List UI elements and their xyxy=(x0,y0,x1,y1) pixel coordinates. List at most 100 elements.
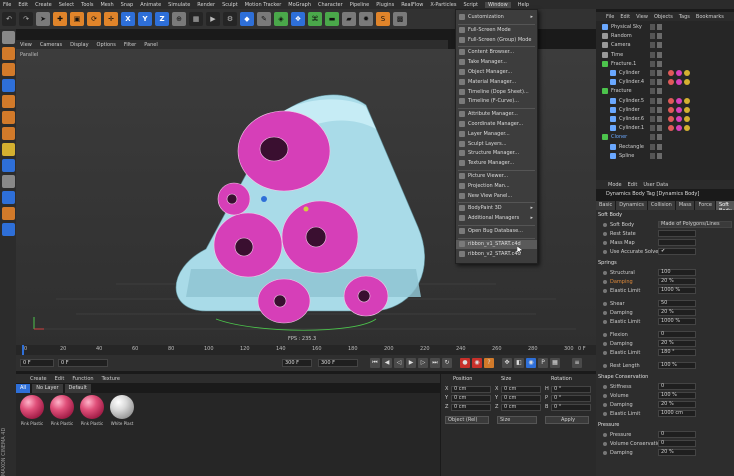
attribute-value[interactable]: 0 xyxy=(658,331,696,338)
menu-window[interactable]: Window xyxy=(484,1,511,8)
plugin-icon[interactable]: ▩ xyxy=(393,12,407,26)
enable-check-icon[interactable] xyxy=(657,106,662,113)
enable-check-icon[interactable] xyxy=(657,125,662,132)
attribute-value[interactable]: Made of Polygons/Lines xyxy=(658,221,732,228)
sculpt-icon[interactable] xyxy=(2,207,15,220)
animation-dot-icon[interactable] xyxy=(603,311,607,315)
animation-dot-icon[interactable] xyxy=(603,232,607,236)
window-menu-item[interactable]: New View Panel... xyxy=(456,192,537,201)
window-menu-item[interactable]: Take Manager... xyxy=(456,58,537,67)
animation-dot-icon[interactable] xyxy=(603,241,607,245)
cube-icon[interactable]: ◆ xyxy=(240,12,254,26)
phong-tag-icon[interactable] xyxy=(684,79,690,86)
attribute-value[interactable]: 1000 % xyxy=(658,318,696,325)
grid-icon[interactable] xyxy=(2,191,15,204)
play-icon[interactable]: ▶ xyxy=(406,358,416,368)
animation-dot-icon[interactable] xyxy=(603,385,607,389)
window-menu-item[interactable]: Content Browser... xyxy=(456,48,537,57)
attribute-value[interactable]: 20 % xyxy=(658,340,696,347)
menu-x-particles[interactable]: X-Particles xyxy=(430,2,456,8)
attribute-value[interactable] xyxy=(658,230,696,237)
attribute-value[interactable]: 0 xyxy=(658,440,696,447)
enable-check-icon[interactable] xyxy=(657,24,662,30)
material-swatch[interactable]: Pink Plastic xyxy=(48,395,76,431)
window-menu-item[interactable]: Coordinate Manager... xyxy=(456,120,537,129)
viewport-menu-options[interactable]: Options xyxy=(97,42,116,48)
visibility-toggle-icon[interactable] xyxy=(650,33,655,40)
phong-tag-icon[interactable] xyxy=(684,106,690,113)
menu-tools[interactable]: Tools xyxy=(81,2,93,8)
window-menu-item[interactable]: Additional Managers ▸ xyxy=(456,214,537,223)
key-scale-icon[interactable]: ◧ xyxy=(514,358,524,368)
record-keys-icon[interactable]: ● xyxy=(460,358,470,368)
tab-mass[interactable]: Mass xyxy=(675,201,695,210)
menu-motion-tracker[interactable]: Motion Tracker xyxy=(245,2,282,8)
attribute-value[interactable]: 20 % xyxy=(658,309,696,316)
object-row[interactable]: Cylinder.5 xyxy=(596,97,734,106)
visibility-toggle-icon[interactable] xyxy=(650,152,655,159)
enable-check-icon[interactable] xyxy=(657,152,662,159)
animation-dot-icon[interactable] xyxy=(603,451,607,455)
animation-dot-icon[interactable] xyxy=(603,394,607,398)
menu-mograph[interactable]: MoGraph xyxy=(288,2,311,8)
window-menu-item[interactable]: Customization ▸ xyxy=(456,13,537,22)
object-menu-bookmarks[interactable]: Bookmarks xyxy=(696,14,724,20)
position-field[interactable]: 0 cm xyxy=(451,386,491,393)
object-menu-edit[interactable]: Edit xyxy=(620,14,630,20)
viewport-menu-cameras[interactable]: Cameras xyxy=(40,42,62,48)
menu-script[interactable]: Script xyxy=(463,2,478,8)
phong-tag-icon[interactable] xyxy=(684,125,690,132)
go-to-start-icon[interactable]: ⏮ xyxy=(370,358,380,368)
visibility-toggle-icon[interactable] xyxy=(650,79,655,86)
object-row[interactable]: Fracture xyxy=(596,87,734,96)
menu-create[interactable]: Create xyxy=(35,2,52,8)
window-menu-item[interactable]: Structure Manager... xyxy=(456,149,537,158)
object-menu-objects[interactable]: Objects xyxy=(654,14,673,20)
material-filter-no-layer[interactable]: No Layer xyxy=(32,384,63,393)
animation-dot-icon[interactable] xyxy=(603,280,607,284)
menu-select[interactable]: Select xyxy=(59,2,74,8)
visibility-toggle-icon[interactable] xyxy=(650,125,655,132)
size-field[interactable]: 0 cm xyxy=(501,395,541,402)
animation-dot-icon[interactable] xyxy=(603,333,607,337)
window-menu-item[interactable]: Open Bug Database... xyxy=(456,227,537,236)
loop-icon[interactable]: ↻ xyxy=(442,358,452,368)
phong-tag-icon[interactable] xyxy=(684,97,690,104)
enable-check-icon[interactable] xyxy=(657,79,662,86)
dynamics-tag-icon[interactable] xyxy=(668,70,674,76)
render-region-icon[interactable]: ▦ xyxy=(189,12,203,26)
animation-dot-icon[interactable] xyxy=(603,223,607,227)
model-mode-icon[interactable] xyxy=(2,47,15,60)
subdivision-icon[interactable]: ◈ xyxy=(274,12,288,26)
make-editable-icon[interactable] xyxy=(2,31,15,44)
window-menu-item[interactable]: Projection Man... xyxy=(456,182,537,191)
menu-edit[interactable]: Edit xyxy=(18,2,28,8)
attribute-value[interactable]: 50 xyxy=(658,300,696,307)
enable-check-icon[interactable] xyxy=(657,134,662,141)
phong-tag-icon[interactable] xyxy=(684,70,690,76)
start-frame-field[interactable]: 0 F xyxy=(20,359,54,367)
menu-mesh[interactable]: Mesh xyxy=(100,2,113,8)
polygons-mode-icon[interactable] xyxy=(2,127,15,140)
menu-render[interactable]: Render xyxy=(197,2,215,8)
attribute-menu-user-data[interactable]: User Data xyxy=(643,182,668,188)
timeline-ruler[interactable]: 0 20 40 60 80 100 120 140 160 180 200 220 240 260 280 3… xyxy=(16,345,596,355)
snap-icon[interactable] xyxy=(2,159,15,172)
size-field[interactable]: 0 cm xyxy=(501,404,541,411)
recent-tools-icon[interactable]: ✛ xyxy=(104,12,118,26)
playhead[interactable] xyxy=(22,345,24,355)
window-menu-item[interactable]: Layer Manager... xyxy=(456,130,537,139)
animation-dot-icon[interactable] xyxy=(603,302,607,306)
menu-simulate[interactable]: Simulate xyxy=(168,2,190,8)
coordinate-system-icon[interactable]: ⊕ xyxy=(172,12,186,26)
keyframe-selection-icon[interactable]: ? xyxy=(484,358,494,368)
object-row[interactable]: Cylinder xyxy=(596,69,734,78)
rotation-field[interactable]: 0 ° xyxy=(551,386,591,393)
enable-check-icon[interactable] xyxy=(657,42,662,49)
attribute-value[interactable]: 100 xyxy=(658,269,696,276)
visibility-toggle-icon[interactable] xyxy=(650,116,655,122)
attribute-value[interactable]: 180 ° xyxy=(658,349,696,356)
enable-check-icon[interactable] xyxy=(657,60,662,67)
attribute-value[interactable]: 1000 cm xyxy=(658,410,696,417)
enable-check-icon[interactable] xyxy=(657,33,662,40)
